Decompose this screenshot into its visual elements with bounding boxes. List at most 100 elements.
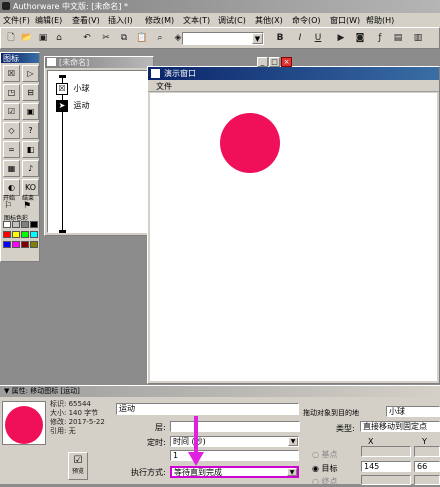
control-panel-icon[interactable]: ◙ (353, 31, 367, 45)
menu-other[interactable]: 其他(X) (255, 15, 283, 26)
close-icon[interactable]: × (281, 57, 292, 67)
flowline-title: [未命名] (59, 58, 90, 67)
map-icon[interactable]: ◧ (22, 141, 39, 158)
copy-icon[interactable]: ⧉ (117, 31, 131, 45)
target-x-field[interactable]: 145 (361, 461, 411, 472)
menu-commands[interactable]: 命令(O) (292, 15, 321, 26)
presentation-menu-file[interactable]: 文件 (156, 82, 172, 91)
undo-icon[interactable]: ↶ (80, 31, 94, 45)
maximize-icon[interactable]: □ (269, 57, 280, 67)
properties-panel: ▼ 属性: 移动图标 [运动] 标识: 65544 大小: 140 字节 修改:… (0, 385, 440, 487)
italic-button[interactable]: I (293, 31, 307, 45)
info-refs: 引用: 无 (50, 427, 76, 435)
preview-ball (5, 406, 43, 444)
radio-target[interactable]: ◉ 目标 (312, 463, 338, 474)
find-icon[interactable]: ⌕ (153, 31, 167, 45)
annotation-arrow-icon (188, 416, 204, 466)
underline-button[interactable]: U (311, 31, 325, 45)
import-icon[interactable]: ⌂ (52, 31, 66, 45)
sound-icon[interactable]: ♪ (22, 160, 39, 177)
chevron-down-icon[interactable]: ▼ (252, 33, 263, 44)
wait-icon[interactable]: ⊟ (22, 84, 39, 101)
ball[interactable] (220, 113, 280, 173)
info-modified: 修改: 2017-5-22 (50, 418, 105, 426)
color-swatch[interactable] (3, 221, 11, 228)
color-swatch[interactable] (12, 241, 20, 248)
function-icon[interactable]: ƒ (373, 31, 387, 45)
flowline-window-controls: _ □ × (256, 57, 292, 67)
base-x-field (361, 446, 411, 457)
preview-button-label: 预览 (71, 468, 84, 475)
digital-movie-icon[interactable]: ▦ (3, 160, 20, 177)
navigate-icon[interactable]: ☑ (3, 103, 20, 120)
info-id: 标识: 65544 (50, 400, 91, 408)
menu-edit[interactable]: 编辑(E) (35, 15, 62, 26)
end-flag-icon[interactable]: ⚑ (23, 201, 31, 211)
color-swatch[interactable] (12, 231, 20, 238)
text-style-select[interactable]: ▼ (182, 32, 264, 45)
menu-debug[interactable]: 调试(C) (218, 15, 246, 26)
decision-icon[interactable]: ◇ (3, 122, 20, 139)
bold-button[interactable]: B (273, 31, 287, 45)
type-label: 类型: (336, 424, 355, 433)
color-swatch[interactable] (30, 221, 38, 228)
save-all-icon[interactable]: ▣ (36, 31, 50, 45)
presentation-title: 演示窗口 (164, 69, 196, 78)
icon-grid: ☒ ▷ ◳ ⊟ ☑ ▣ ◇ ? = ◧ ▦ ♪ ◐ KO (1, 63, 41, 198)
color-swatch[interactable] (3, 231, 11, 238)
preview-button[interactable]: ☑ 预览 (68, 452, 88, 480)
menu-modify[interactable]: 修改(M) (145, 15, 174, 26)
timing-label: 定时: (147, 438, 166, 447)
display-icon[interactable]: ☒ (3, 65, 20, 82)
menu-insert[interactable]: 插入(I) (108, 15, 133, 26)
variables-icon[interactable]: ▤ (391, 31, 405, 45)
color-swatch[interactable] (30, 241, 38, 248)
cut-icon[interactable]: ✂ (99, 31, 113, 45)
icon-name-field[interactable]: 运动 (116, 403, 299, 415)
color-swatch[interactable] (12, 221, 20, 228)
menu-file[interactable]: 文件(F) (3, 15, 30, 26)
menu-view[interactable]: 查看(V) (72, 15, 100, 26)
menu-window[interactable]: 窗口(W) (330, 15, 360, 26)
flowline-item-label: 运动 (73, 101, 90, 110)
interaction-icon[interactable]: ? (22, 122, 39, 139)
color-swatch[interactable] (21, 231, 29, 238)
calculation-icon[interactable]: = (3, 141, 20, 158)
flowline-item[interactable]: ➤ 运动 (56, 100, 90, 112)
new-file-icon[interactable]: 🗋 (4, 31, 18, 45)
minimize-icon[interactable]: _ (257, 57, 268, 67)
radio-base[interactable]: ○ 基点 (312, 449, 338, 460)
presentation-title-bar: 演示窗口 (148, 67, 439, 80)
color-swatch[interactable] (21, 221, 29, 228)
flowline-start-marker (59, 75, 66, 78)
target-y-field[interactable]: 66 (414, 461, 440, 472)
erase-icon[interactable]: ◳ (3, 84, 20, 101)
type-select[interactable]: 直接移动到固定点 (360, 421, 440, 432)
color-swatch[interactable] (3, 241, 11, 248)
paste-icon[interactable]: 📋 (135, 31, 149, 45)
menu-bar: 文件(F) 编辑(E) 查看(V) 插入(I) 修改(M) 文本(T) 调试(C… (0, 13, 440, 27)
presentation-menu-bar: 文件 (148, 80, 439, 92)
radio-end[interactable]: ○ 终点 (312, 476, 338, 487)
color-swatch[interactable] (30, 231, 38, 238)
color-swatch[interactable] (21, 241, 29, 248)
framework-icon[interactable]: ▣ (22, 103, 39, 120)
flowline-item-label: 小球 (73, 84, 90, 93)
radio-end-label: 终点 (321, 477, 338, 486)
flowline-window-icon (47, 58, 56, 66)
collapse-arrow-icon[interactable]: ▼ (4, 387, 9, 395)
menu-help[interactable]: 帮助(H) (366, 15, 394, 26)
flowline-item[interactable]: ☒ 小球 (56, 83, 90, 95)
knowledge-objects-icon[interactable]: ▥ (411, 31, 425, 45)
presentation-window-icon (151, 69, 160, 78)
menu-text[interactable]: 文本(T) (183, 15, 210, 26)
run-icon[interactable]: ▶ (334, 31, 348, 45)
icon-color-swatches (3, 221, 41, 251)
chevron-down-icon[interactable]: ▼ (288, 437, 298, 446)
start-flag-icon[interactable]: ⚐ (4, 201, 12, 211)
open-file-icon[interactable]: 📂 (20, 31, 34, 45)
properties-preview (2, 401, 46, 445)
chevron-down-icon[interactable]: ▼ (287, 468, 297, 476)
properties-title: 属性: 移动图标 [运动] (11, 387, 80, 395)
motion-icon[interactable]: ▷ (22, 65, 39, 82)
